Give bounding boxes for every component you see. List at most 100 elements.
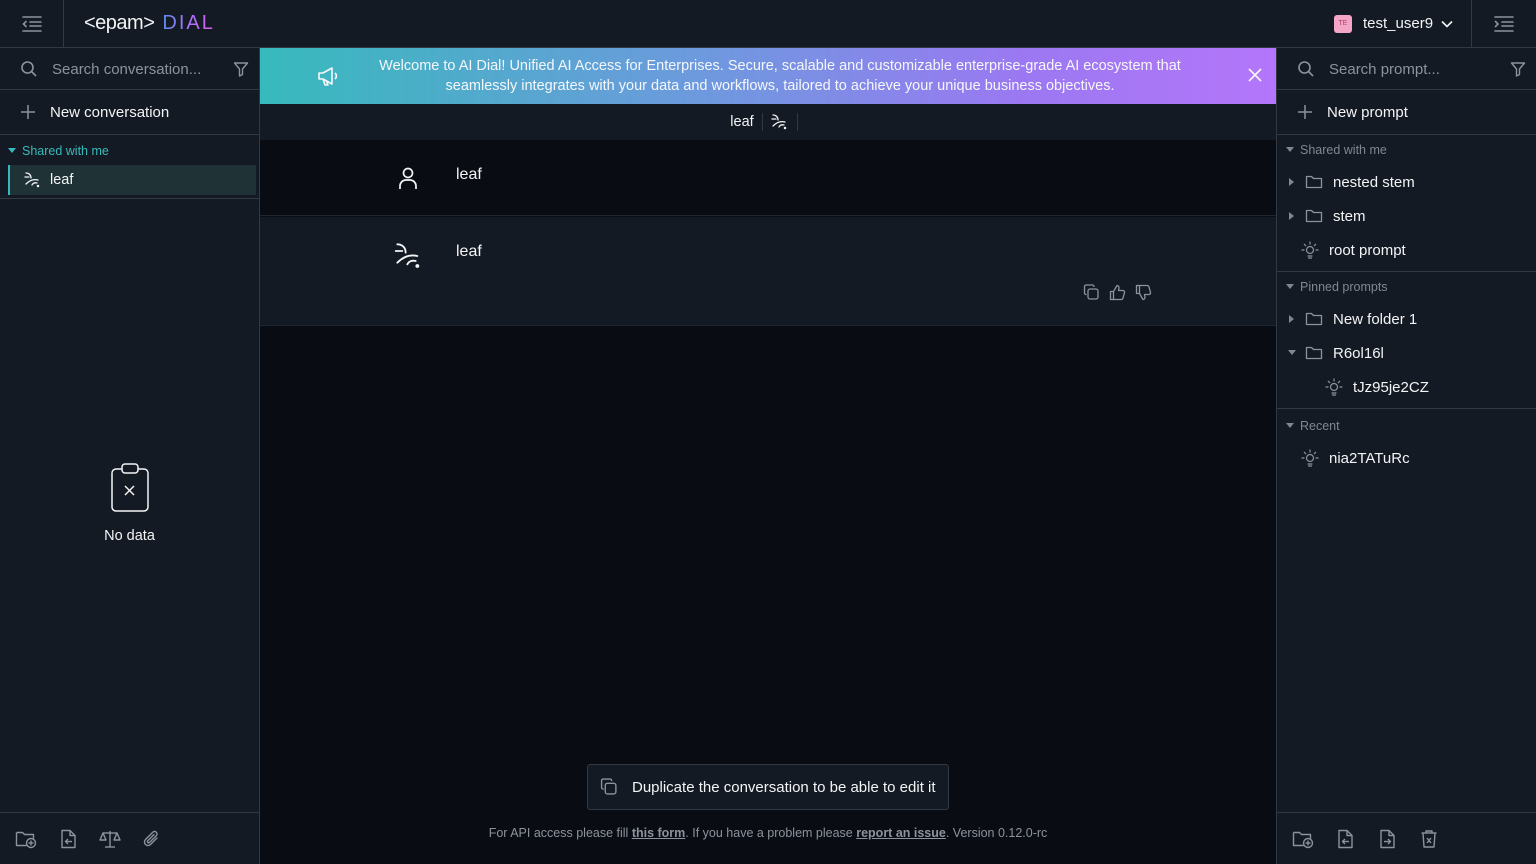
folder-icon <box>1305 174 1323 190</box>
lightbulb-icon <box>1301 241 1319 259</box>
assistant-message: leaf <box>260 217 1276 326</box>
chevron-down-icon <box>1441 20 1453 28</box>
footer-middle: . If you have a problem please <box>685 826 857 840</box>
menu-right-icon <box>1494 15 1514 32</box>
model-icon[interactable] <box>771 113 789 131</box>
copy-icon[interactable] <box>1082 283 1100 301</box>
model-icon <box>24 171 42 189</box>
pinned-prompts-section-header[interactable]: Pinned prompts <box>1277 272 1536 302</box>
import-icon[interactable] <box>1333 827 1357 851</box>
logo-epam: <epam> <box>84 11 155 34</box>
new-prompt-button[interactable]: New prompt <box>1277 90 1536 135</box>
folder-item[interactable]: New folder 1 <box>1277 302 1536 336</box>
prompt-label: root prompt <box>1329 241 1406 259</box>
megaphone-icon <box>316 65 340 87</box>
version-text: . Version 0.12.0-rc <box>945 826 1048 840</box>
shared-with-me-label: Shared with me <box>1300 143 1387 157</box>
conversation-search-input[interactable] <box>52 60 233 77</box>
shared-with-me-section-header[interactable]: Shared with me <box>0 137 259 165</box>
footer-prefix: For API access please fill <box>488 826 632 840</box>
caret-right-icon <box>1287 315 1297 323</box>
caret-right-icon <box>1287 178 1297 186</box>
prompt-label: nia2TATuRc <box>1329 449 1410 467</box>
new-conversation-button[interactable]: New conversation <box>0 90 259 135</box>
filter-icon[interactable] <box>1510 61 1526 77</box>
thumbs-up-icon[interactable] <box>1108 283 1126 301</box>
toggle-conversations-panel-button[interactable] <box>0 0 64 47</box>
caret-down-icon <box>1286 284 1294 290</box>
prompt-label: tJz95je2CZ <box>1353 378 1429 396</box>
app-logo: <epam> DIAL <box>84 10 215 36</box>
search-icon <box>1297 60 1315 78</box>
shared-prompts-section: Shared with me nested stem stem root pro… <box>1277 135 1536 272</box>
chat-title: leaf <box>730 114 754 130</box>
folder-item[interactable]: stem <box>1277 199 1536 233</box>
announcement-banner: Welcome to AI Dial! Unified AI Access fo… <box>260 48 1276 104</box>
shared-with-me-label: Shared with me <box>22 144 109 158</box>
caret-down-icon <box>1286 147 1294 153</box>
new-folder-icon[interactable] <box>14 827 38 851</box>
api-form-link[interactable]: this form <box>632 826 685 840</box>
shared-with-me-section-header[interactable]: Shared with me <box>1277 135 1536 165</box>
recent-prompts-section: Recent nia2TATuRc <box>1277 411 1536 475</box>
chat-header: leaf <box>260 104 1276 140</box>
prompt-item[interactable]: nia2TATuRc <box>1277 441 1536 475</box>
conversation-search <box>0 48 259 90</box>
user-name: test_user9 <box>1363 15 1434 32</box>
plus-icon <box>1297 104 1313 120</box>
footer-note: For API access please fill this form. If… <box>260 826 1276 840</box>
prompt-search <box>1277 48 1536 90</box>
clipboard-empty-icon <box>110 463 150 513</box>
prompts-sidebar: New prompt Shared with me nested stem st… <box>1276 48 1536 864</box>
top-bar: <epam> DIAL TE test_user9 <box>0 0 1536 48</box>
delete-all-icon[interactable] <box>1417 827 1441 851</box>
user-menu[interactable]: TE test_user9 <box>1320 0 1472 47</box>
conversations-sidebar: New conversation Shared with me leaf No … <box>0 48 260 864</box>
recent-label: Recent <box>1300 419 1340 433</box>
divider <box>796 113 798 131</box>
prompt-search-input[interactable] <box>1329 60 1510 77</box>
new-folder-icon[interactable] <box>1291 827 1315 851</box>
folder-label: stem <box>1333 207 1366 225</box>
prompts-footer <box>1277 812 1536 864</box>
caret-down-icon <box>1286 423 1294 429</box>
recent-section-header[interactable]: Recent <box>1277 411 1536 441</box>
folder-item[interactable]: nested stem <box>1277 165 1536 199</box>
import-icon[interactable] <box>56 827 80 851</box>
pinned-prompts-label: Pinned prompts <box>1300 280 1388 294</box>
conversation-item[interactable]: leaf <box>8 165 256 195</box>
folder-icon <box>1305 345 1323 361</box>
lightbulb-icon <box>1325 378 1343 396</box>
caret-right-icon <box>1287 212 1297 220</box>
folder-label: New folder 1 <box>1333 310 1418 328</box>
duplicate-label: Duplicate the conversation to be able to… <box>632 778 936 796</box>
compare-scale-icon[interactable] <box>98 827 122 851</box>
prompt-item[interactable]: tJz95je2CZ <box>1277 370 1536 404</box>
thumbs-down-icon[interactable] <box>1134 283 1152 301</box>
empty-state: No data <box>0 463 259 544</box>
message-actions <box>1082 283 1152 301</box>
message-text: leaf <box>456 243 482 260</box>
caret-down-icon <box>1287 350 1297 356</box>
filter-icon[interactable] <box>233 61 249 77</box>
pinned-prompts-section: Pinned prompts New folder 1 R6ol16l tJz9… <box>1277 272 1536 409</box>
attachment-icon[interactable] <box>140 827 164 851</box>
menu-left-icon <box>21 15 42 32</box>
model-icon <box>394 241 424 271</box>
folder-label: R6ol16l <box>1333 344 1384 362</box>
report-issue-link[interactable]: report an issue <box>856 826 946 840</box>
banner-text: Welcome to AI Dial! Unified AI Access fo… <box>379 58 1181 94</box>
folder-icon <box>1305 208 1323 224</box>
prompt-item[interactable]: root prompt <box>1277 233 1536 267</box>
plus-icon <box>20 104 36 120</box>
export-icon[interactable] <box>1375 827 1399 851</box>
folder-item[interactable]: R6ol16l <box>1277 336 1536 370</box>
duplicate-conversation-button[interactable]: Duplicate the conversation to be able to… <box>587 764 949 810</box>
close-icon[interactable] <box>1246 66 1264 84</box>
divider <box>761 113 763 131</box>
toggle-prompts-panel-button[interactable] <box>1472 0 1536 47</box>
user-message: leaf <box>260 140 1276 216</box>
folder-label: nested stem <box>1333 173 1415 191</box>
lightbulb-icon <box>1301 449 1319 467</box>
message-text: leaf <box>456 166 482 183</box>
